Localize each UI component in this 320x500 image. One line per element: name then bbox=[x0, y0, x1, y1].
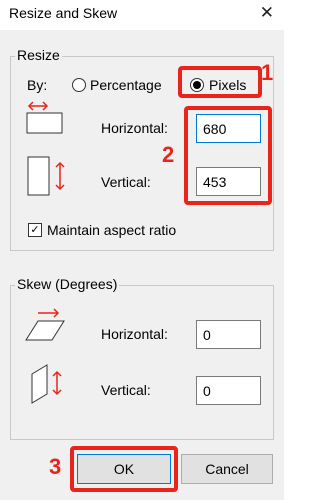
skew-horizontal-input[interactable] bbox=[196, 320, 261, 349]
skew-vertical-label: Vertical: bbox=[101, 382, 151, 398]
resize-vertical-icon bbox=[27, 156, 65, 196]
resize-horizontal-icon bbox=[26, 101, 63, 134]
skew-horizontal-icon bbox=[25, 308, 65, 341]
skew-vertical-input[interactable] bbox=[196, 376, 261, 405]
resize-vertical-input[interactable] bbox=[196, 167, 261, 196]
step-2-number: 2 bbox=[162, 142, 175, 167]
resize-horizontal-input[interactable] bbox=[196, 114, 261, 143]
resize-vertical-label: Vertical: bbox=[101, 174, 151, 190]
percentage-radio[interactable] bbox=[72, 78, 86, 92]
step-1-number: 1 bbox=[261, 60, 274, 85]
skew-group-label: Skew (Degrees) bbox=[15, 276, 120, 292]
maintain-aspect-label[interactable]: Maintain aspect ratio bbox=[47, 222, 176, 238]
dialog-title: Resize and Skew bbox=[9, 5, 118, 21]
ok-button[interactable]: OK bbox=[77, 454, 171, 484]
title-bar: Resize and Skew ✕ bbox=[0, 0, 284, 30]
step-3-number: 3 bbox=[49, 454, 62, 479]
pixels-radio[interactable] bbox=[190, 78, 204, 92]
resize-group-label: Resize bbox=[15, 47, 62, 63]
close-icon[interactable]: ✕ bbox=[260, 3, 274, 23]
maintain-aspect-checkbox[interactable]: ✓ bbox=[28, 223, 42, 237]
resize-horizontal-label: Horizontal: bbox=[101, 120, 168, 136]
cancel-button[interactable]: Cancel bbox=[181, 454, 273, 484]
by-label: By: bbox=[27, 77, 48, 93]
percentage-label[interactable]: Percentage bbox=[90, 77, 162, 93]
skew-horizontal-label: Horizontal: bbox=[101, 326, 168, 342]
pixels-label[interactable]: Pixels bbox=[209, 77, 246, 93]
skew-vertical-icon bbox=[31, 364, 62, 404]
